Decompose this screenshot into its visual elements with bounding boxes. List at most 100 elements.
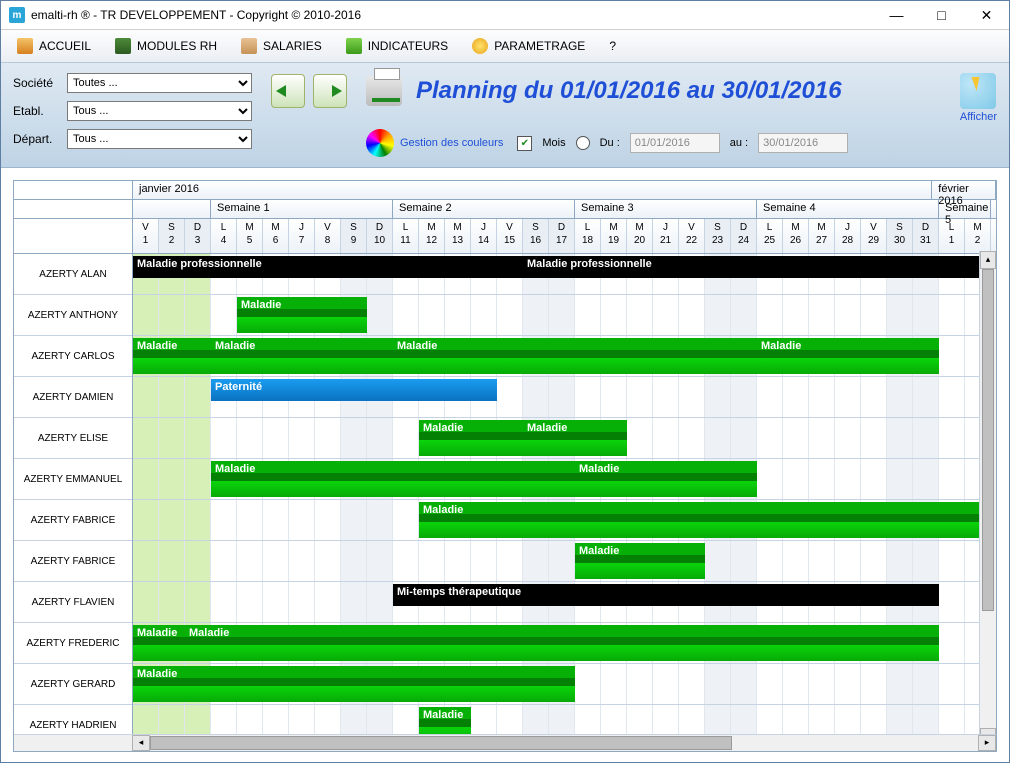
absence-bar[interactable]: Maladie	[133, 666, 575, 688]
day-header: M12	[419, 219, 445, 253]
menu-help[interactable]: ?	[599, 35, 626, 57]
absence-bar[interactable]: Maladie	[237, 297, 367, 319]
employee-name[interactable]: AZERTY DAMIEN	[14, 377, 132, 418]
du-radio[interactable]	[576, 136, 590, 150]
day-header: L4	[211, 219, 237, 253]
scroll-left-button[interactable]: ◂	[132, 735, 150, 751]
scroll-up-button[interactable]: ▴	[980, 251, 996, 269]
gantt-row[interactable]: Maladie	[133, 705, 996, 734]
etabl-label: Etabl.	[13, 104, 61, 118]
gantt-row[interactable]: MaladieMaladie	[133, 623, 996, 664]
day-header: V8	[315, 219, 341, 253]
colorwheel-icon	[366, 129, 394, 157]
gantt-row[interactable]: Maladie	[133, 295, 996, 336]
day-header: V29	[861, 219, 887, 253]
gantt-row[interactable]: MaladieMaladieMaladieMaladie	[133, 336, 996, 377]
gantt-row[interactable]: MaladieMaladie	[133, 418, 996, 459]
absence-bar[interactable]: Maladie	[419, 420, 523, 442]
absence-bar[interactable]: Maladie	[757, 338, 939, 360]
menu-salaries-label: SALARIES	[263, 39, 322, 53]
print-button[interactable]	[366, 73, 402, 109]
absence-bar[interactable]: Maladie	[211, 461, 575, 483]
day-header: D31	[913, 219, 939, 253]
gantt-row[interactable]: MaladieMaladie	[133, 459, 996, 500]
menu-modules[interactable]: MODULES RH	[105, 34, 227, 58]
vertical-scrollbar[interactable]: ▴ ▾	[979, 251, 996, 734]
absence-bar[interactable]: Maladie	[575, 461, 757, 483]
etabl-select[interactable]: Tous ...	[67, 101, 252, 121]
absence-bar-lower	[419, 727, 471, 734]
next-period-button[interactable]	[312, 73, 348, 109]
color-manager-button[interactable]: Gestion des couleurs	[366, 129, 503, 157]
gantt-row[interactable]: Maladie	[133, 500, 996, 541]
employee-name[interactable]: AZERTY HADRIEN	[14, 705, 132, 734]
mois-label: Mois	[542, 137, 565, 149]
absence-bar-lower	[237, 317, 367, 333]
gantt-row[interactable]: Paternité	[133, 377, 996, 418]
employee-names-column: AZERTY ALANAZERTY ANTHONYAZERTY CARLOSAZ…	[14, 181, 133, 734]
absence-bar[interactable]: Maladie	[419, 502, 991, 524]
scroll-right-button[interactable]: ▸	[978, 735, 996, 751]
menu-indicateurs[interactable]: INDICATEURS	[336, 34, 458, 58]
menu-salaries[interactable]: SALARIES	[231, 34, 332, 58]
day-header: J7	[289, 219, 315, 253]
menu-parametrage[interactable]: PARAMETRAGE	[462, 34, 595, 58]
employee-name[interactable]: AZERTY GERARD	[14, 664, 132, 705]
absence-bar[interactable]: Maladie	[523, 420, 627, 442]
absence-bar[interactable]: Maladie	[133, 625, 185, 647]
menu-modules-label: MODULES RH	[137, 39, 217, 53]
date-to-input[interactable]	[758, 133, 848, 153]
employee-name[interactable]: AZERTY FREDERIC	[14, 623, 132, 664]
maximize-button[interactable]: □	[919, 1, 964, 29]
absence-bar[interactable]: Maladie	[419, 707, 471, 729]
day-header: V22	[679, 219, 705, 253]
employee-name[interactable]: AZERTY FABRICE	[14, 500, 132, 541]
absence-bar[interactable]: Maladie	[393, 338, 757, 360]
absence-bar-lower	[523, 440, 627, 456]
gantt-row[interactable]: Maladie	[133, 541, 996, 582]
employee-name[interactable]: AZERTY ELISE	[14, 418, 132, 459]
gantt-row[interactable]: Maladie	[133, 664, 996, 705]
hscroll-thumb[interactable]	[150, 736, 732, 750]
absence-bar[interactable]: Paternité	[211, 379, 497, 401]
scroll-down-button[interactable]: ▾	[980, 728, 996, 734]
absence-bar[interactable]: Maladie professionnelle	[133, 256, 523, 278]
timeline[interactable]: janvier 2016février 2016 Semaine 1Semain…	[133, 181, 996, 734]
absence-bar[interactable]: Maladie professionnelle	[523, 256, 991, 278]
mois-checkbox[interactable]: ✔	[517, 136, 532, 151]
employee-name[interactable]: AZERTY FLAVIEN	[14, 582, 132, 623]
day-header: M6	[263, 219, 289, 253]
app-icon: m	[9, 7, 25, 23]
titlebar[interactable]: m emalti-rh ® - TR DEVELOPPEMENT - Copyr…	[1, 1, 1009, 30]
vscroll-thumb[interactable]	[982, 269, 994, 611]
day-header: S9	[341, 219, 367, 253]
close-button[interactable]: ✕	[964, 1, 1009, 29]
menu-accueil[interactable]: ACCUEIL	[7, 34, 101, 58]
content-area: AZERTY ALANAZERTY ANTHONYAZERTY CARLOSAZ…	[1, 168, 1009, 762]
menu-parametrage-label: PARAMETRAGE	[494, 39, 585, 53]
employee-name[interactable]: AZERTY FABRICE	[14, 541, 132, 582]
societe-select[interactable]: Toutes ...	[67, 73, 252, 93]
date-from-input[interactable]	[630, 133, 720, 153]
day-header: S30	[887, 219, 913, 253]
employee-name[interactable]: AZERTY ALAN	[14, 254, 132, 295]
horizontal-scrollbar[interactable]: ◂ ▸	[14, 734, 996, 751]
day-header: M13	[445, 219, 471, 253]
absence-bar[interactable]: Maladie	[185, 625, 939, 647]
prev-period-button[interactable]	[270, 73, 306, 109]
employee-name[interactable]: AZERTY EMMANUEL	[14, 459, 132, 500]
employee-name[interactable]: AZERTY ANTHONY	[14, 295, 132, 336]
minimize-button[interactable]: —	[874, 1, 919, 29]
gantt-row[interactable]: Mi-temps thérapeutique	[133, 582, 996, 623]
employee-name[interactable]: AZERTY CARLOS	[14, 336, 132, 377]
afficher-button[interactable]: Afficher	[960, 73, 997, 123]
absence-bar[interactable]: Maladie	[575, 543, 705, 565]
month-header-next: février 2016	[932, 181, 996, 199]
day-header: V1	[133, 219, 159, 253]
absence-bar[interactable]: Maladie	[211, 338, 393, 360]
depart-select[interactable]: Tous ...	[67, 129, 252, 149]
absence-bar[interactable]: Mi-temps thérapeutique	[393, 584, 939, 606]
gantt-row[interactable]: Maladie professionnelleMaladie professio…	[133, 254, 996, 295]
absence-bar[interactable]: Maladie	[133, 338, 211, 360]
absence-bar-lower	[419, 440, 523, 456]
